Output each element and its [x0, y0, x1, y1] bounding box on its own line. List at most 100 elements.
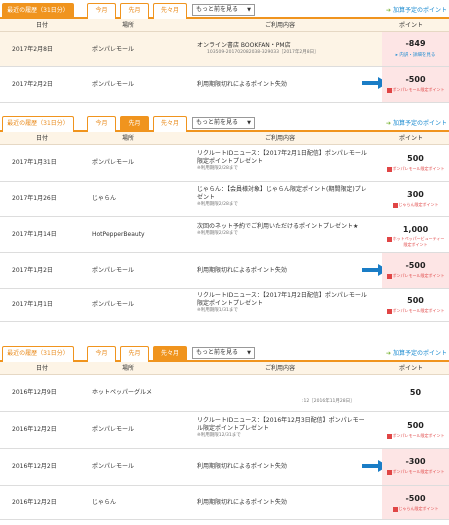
row-date: 2016年12月2日	[12, 426, 57, 433]
chevron-down-icon: ▼	[247, 120, 251, 126]
tab-recent[interactable]: 最近の履歴（31日分）	[2, 346, 74, 362]
row-usage: 利用期限切れによるポイント失効	[197, 499, 287, 506]
table-row: 2017年1月1日 ポンパレモール リクルートIDニュース：【2017年1月2日…	[0, 289, 449, 322]
points-label: ポンパレモール限定ポイント	[382, 87, 449, 93]
row-date: 2017年1月31日	[12, 159, 57, 166]
row-place: ポンパレモール	[92, 81, 135, 88]
points-cell: -500 ポンパレモール限定ポイント	[382, 253, 449, 288]
row-usage: リクルートIDニュース：【2016年12月3日配信】ポンパレモール限定ポイントプ…	[197, 417, 365, 438]
table-row: 2017年1月31日 ポンパレモール リクルートIDニュース：【2017年2月1…	[0, 145, 449, 182]
row-usage: 利用期限切れによるポイント失効	[197, 463, 287, 470]
gift-icon	[386, 273, 392, 279]
points-cell: -500 ポンパレモール限定ポイント	[382, 67, 449, 102]
row-usage: 次回のネット予約でご利用いただけるポイントプレゼント★ ※利用期限2/28まで	[197, 223, 359, 236]
points-label: ホットペッパービューティー限定ポイント	[382, 236, 449, 247]
detail-link[interactable]: ▸ 内訳・詳細を見る	[382, 52, 449, 58]
chevron-down-icon: ▼	[247, 7, 251, 13]
tab-last-month[interactable]: 先月	[120, 116, 149, 132]
table-row: 2016年12月2日 ポンパレモール リクルートIDニュース：【2016年12月…	[0, 412, 449, 449]
row-place: ポンパレモール	[92, 463, 135, 470]
tab-last-month[interactable]: 先月	[120, 3, 149, 19]
points-value: -500	[405, 75, 426, 84]
tab-this-month[interactable]: 今月	[87, 346, 116, 362]
history-panel-last-month: 最近の履歴（31日分） 今月 先月 先々月 もっと前を見る ▼ ➔ 加算予定のポイン…	[0, 113, 449, 330]
tab-two-months-ago[interactable]: 先々月	[153, 3, 187, 19]
header-place: 場所	[122, 365, 135, 372]
row-date: 2017年1月1日	[12, 301, 53, 308]
arrow-right-icon: ➔	[385, 350, 391, 357]
row-place: ホットペッパーグルメ	[92, 389, 153, 396]
table-header: 日付 場所 ご利用内容 ポイント	[0, 132, 449, 145]
row-usage: リクルートIDニュース：【2017年2月1日配信】ポンパレモール限定ポイントプレ…	[197, 150, 367, 171]
points-label: ポンパレモール限定ポイント	[382, 308, 449, 314]
header-points: ポイント	[399, 135, 424, 142]
row-place: ポンパレモール	[92, 46, 135, 53]
points-cell: 500 ポンパレモール限定ポイント	[382, 412, 449, 448]
table-header: 日付 場所 ご利用内容 ポイント	[0, 362, 449, 375]
gift-icon	[386, 469, 392, 475]
header-date: 日付	[36, 365, 49, 372]
gift-icon	[392, 202, 398, 208]
history-panel-two-months-ago: 最近の履歴（31日分） 今月 先月 先々月 もっと前を見る ▼ ➔ 加算予定のポイン…	[0, 343, 449, 525]
tab-this-month[interactable]: 今月	[87, 3, 116, 19]
pending-points-link[interactable]: ➔ 加算予定のポイント	[386, 119, 447, 128]
row-date: 2016年12月2日	[12, 463, 57, 470]
points-value: -849	[405, 39, 426, 48]
chevron-down-icon: ▼	[247, 350, 251, 356]
row-place: ポンパレモール	[92, 301, 135, 308]
row-date: 2017年1月2日	[12, 267, 53, 274]
points-value: 500	[407, 421, 424, 430]
gift-icon	[386, 87, 392, 93]
points-label: じゃらん限定ポイント	[382, 506, 449, 512]
tab-two-months-ago[interactable]: 先々月	[153, 116, 187, 132]
points-cell: 500 ポンパレモール限定ポイント	[382, 145, 449, 181]
table-row: 2017年1月26日 じゃらん じゃらん：【会員様対象】じゃらん限定ポイント(期…	[0, 182, 449, 217]
row-date: 2017年2月8日	[12, 46, 53, 53]
tab-two-months-ago[interactable]: 先々月	[153, 346, 187, 362]
tab-recent[interactable]: 最近の履歴（31日分）	[2, 3, 74, 19]
table-header: 日付 場所 ご利用内容 ポイント	[0, 19, 449, 32]
table-row: 2017年1月14日 HotPepperBeauty 次回のネット予約でご利用い…	[0, 217, 449, 253]
table-row: 2017年1月2日 ポンパレモール 利用期限切れによるポイント失効 -500 ポ…	[0, 253, 449, 289]
header-usage: ご利用内容	[265, 365, 296, 372]
points-value: -300	[405, 457, 426, 466]
table-row: 2016年12月2日 じゃらん 利用期限切れによるポイント失効 -500 じゃら…	[0, 486, 449, 520]
tab-last-month[interactable]: 先月	[120, 346, 149, 362]
points-cell: 300 じゃらん限定ポイント	[382, 182, 449, 216]
arrow-right-icon: ➔	[385, 120, 391, 127]
period-select[interactable]: もっと前を見る ▼	[192, 4, 255, 16]
arrow-right-icon: ➔	[385, 7, 391, 14]
history-panel-this-month: 最近の履歴（31日分） 今月 先月 先々月 もっと前を見る ▼ ➔ 加算予定のポイン…	[0, 0, 449, 110]
header-place: 場所	[122, 135, 135, 142]
table-row: 2016年12月2日 ポンパレモール 利用期限切れによるポイント失効 -300 …	[0, 449, 449, 486]
header-place: 場所	[122, 22, 135, 29]
table-row: 2017年2月2日 ポンパレモール 利用期限切れによるポイント失効 -500 ポ…	[0, 67, 449, 103]
period-select[interactable]: もっと前を見る ▼	[192, 347, 255, 359]
header-date: 日付	[36, 22, 49, 29]
points-label: ポンパレモール限定ポイント	[382, 166, 449, 172]
points-label: ポンパレモール限定ポイント	[382, 469, 449, 475]
table-row: 2016年12月9日 ホットペッパーグルメ :12［2016年11月28日］ 5…	[0, 375, 449, 412]
gift-icon	[392, 506, 398, 512]
points-value: 500	[407, 296, 424, 305]
points-value: 500	[407, 154, 424, 163]
row-place: HotPepperBeauty	[92, 231, 145, 238]
row-place: ポンパレモール	[92, 426, 135, 433]
pending-points-link[interactable]: ➔ 加算予定のポイント	[386, 349, 447, 358]
row-date: 2017年1月14日	[12, 231, 57, 238]
period-select[interactable]: もっと前を見る ▼	[192, 117, 255, 129]
row-date: 2016年12月2日	[12, 499, 57, 506]
tab-this-month[interactable]: 今月	[87, 116, 116, 132]
points-value: 300	[407, 190, 424, 199]
points-label: ポンパレモール限定ポイント	[382, 433, 449, 439]
gift-icon	[386, 433, 392, 439]
row-date: 2017年1月26日	[12, 195, 57, 202]
header-points: ポイント	[399, 365, 424, 372]
gift-icon	[386, 236, 392, 242]
points-cell: 1,000 ホットペッパービューティー限定ポイント	[382, 217, 449, 252]
pending-points-link[interactable]: ➔ 加算予定のポイント	[386, 6, 447, 15]
points-label: じゃらん限定ポイント	[382, 202, 449, 208]
tab-recent[interactable]: 最近の履歴（31日分）	[2, 116, 74, 132]
row-usage: オンライン書店 BOOKFAN・PM店 103509-201702082038-3…	[197, 42, 319, 55]
points-label: ポンパレモール限定ポイント	[382, 273, 449, 279]
